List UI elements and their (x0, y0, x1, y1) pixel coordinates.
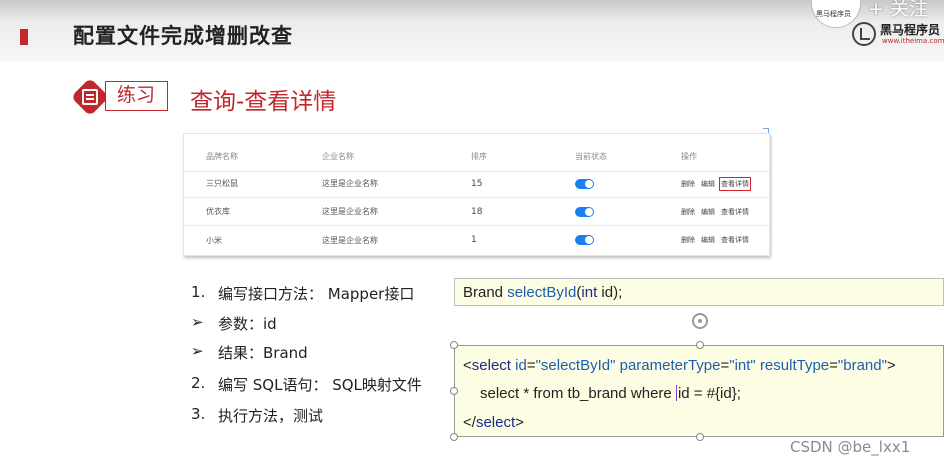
title-accent-bar (20, 29, 28, 45)
code-line-2: select * from tb_brand where id = #{id}; (480, 385, 741, 402)
company-name-cell: 这里是企业名称 (322, 235, 378, 245)
view-detail-link[interactable]: 查看详情 (721, 235, 749, 245)
step-text: 编写接口方法： Mapper接口 (218, 285, 415, 303)
brand-logo-icon (852, 22, 876, 46)
tag-bracket: < (463, 357, 472, 374)
code-type: Brand (463, 284, 504, 301)
status-toggle[interactable] (575, 178, 594, 189)
table-row: 优衣库 这里是企业名称 18 删除 编辑 查看详情 (184, 198, 769, 226)
edit-link[interactable]: 编辑 (701, 235, 715, 245)
view-detail-link[interactable]: 查看详情 (719, 176, 751, 191)
sql-text: id = #{id}; (677, 385, 741, 402)
status-toggle[interactable] (575, 235, 594, 245)
step-text: 编写 SQL语句： SQL映射文件 (218, 376, 422, 394)
code-close: ); (613, 284, 623, 301)
code-line-1: <select id="selectById" parameterType="i… (463, 357, 896, 374)
brand-name-cell: 三只松鼠 (206, 179, 238, 188)
column-header-company: 企业名称 (322, 152, 354, 161)
practice-title: 查询-查看详情 (190, 89, 337, 115)
resize-handle[interactable] (696, 341, 704, 349)
step-marker: ➢ (191, 342, 204, 360)
resize-handle[interactable] (450, 387, 458, 395)
attr-name: resultType (759, 357, 830, 374)
step-text: 执行方法，测试 (218, 407, 324, 425)
resize-handle[interactable] (450, 341, 458, 349)
step-marker: 2. (191, 374, 206, 392)
delete-link[interactable]: 删除 (681, 235, 695, 245)
code-param-type: int (581, 284, 598, 301)
code-line-3: </select> (463, 414, 524, 431)
resize-handle[interactable] (450, 433, 458, 441)
step-marker: 1. (191, 283, 206, 301)
text-cursor (675, 385, 677, 401)
edit-link[interactable]: 编辑 (701, 207, 715, 217)
column-header-status: 当前状态 (575, 152, 607, 161)
tag-bracket: > (515, 414, 524, 431)
attr-value: "selectById" (535, 357, 616, 374)
sql-text: select * from tb_brand where (480, 385, 676, 402)
watermark: CSDN @be_lxx1 (790, 438, 911, 456)
sql-mapping-code-box[interactable]: <select id="selectById" parameterType="i… (454, 345, 944, 437)
ops-cell: 删除 编辑 查看详情 (681, 198, 755, 225)
order-cell: 18 (471, 206, 483, 217)
status-cell (575, 198, 594, 225)
edit-link[interactable]: 编辑 (701, 179, 715, 189)
table-header-row: 品牌名称 企业名称 排序 当前状态 操作 (184, 142, 769, 172)
code-method: selectById (507, 284, 577, 301)
brand-name-cell: 小米 (206, 235, 222, 245)
follow-avatar-text: 黑马程序员 (816, 10, 851, 18)
delete-link[interactable]: 删除 (681, 179, 695, 189)
ops-cell: 删除 编辑 查看详情 (681, 226, 755, 254)
attr-name: parameterType (619, 357, 721, 374)
practice-tag: 练习 (105, 81, 168, 111)
tag-bracket: </ (463, 414, 476, 431)
step-marker: ➢ (191, 313, 204, 331)
brand-name-cell: 优衣库 (206, 207, 230, 216)
attr-name: id (515, 357, 527, 374)
column-header-ops: 操作 (681, 152, 697, 161)
rotate-handle-icon[interactable] (692, 313, 708, 329)
view-detail-link[interactable]: 查看详情 (721, 207, 749, 217)
table-row: 小米 这里是企业名称 1 删除 编辑 查看详情 (184, 226, 769, 254)
order-cell: 15 (471, 178, 483, 189)
code-param-name: id (601, 284, 614, 301)
table-row: 三只松鼠 这里是企业名称 15 删除 编辑 查看详情 (184, 170, 769, 198)
step-marker: 3. (191, 405, 206, 423)
tag-bracket: > (886, 357, 896, 374)
company-name-cell: 这里是企业名称 (322, 207, 378, 216)
column-header-order: 排序 (471, 152, 487, 161)
follow-button[interactable]: + 关注 (868, 0, 928, 21)
step-text: 参数：id (218, 315, 277, 333)
resize-handle[interactable] (696, 433, 704, 441)
delete-link[interactable]: 删除 (681, 207, 695, 217)
document-icon (82, 89, 98, 105)
slide-title: 配置文件完成增删改查 (73, 24, 293, 48)
tag-name: select (471, 357, 511, 374)
brand-logo-url: www.itheima.com (882, 37, 944, 45)
attr-value: "brand" (837, 357, 887, 374)
brand-logo-name: 黑马程序员 (880, 23, 941, 37)
tag-name: select (475, 414, 516, 431)
brand-table: 品牌名称 企业名称 排序 当前状态 操作 三只松鼠 这里是企业名称 15 删除 … (183, 133, 770, 256)
step-text: 结果：Brand (218, 344, 308, 362)
column-header-brand: 品牌名称 (206, 152, 238, 161)
status-toggle[interactable] (575, 206, 594, 217)
attr-value: "int" (729, 357, 756, 374)
order-cell: 1 (471, 235, 477, 245)
ops-cell: 删除 编辑 查看详情 (681, 170, 757, 197)
company-name-cell: 这里是企业名称 (322, 179, 378, 188)
status-cell (575, 170, 594, 197)
status-cell (575, 226, 594, 254)
interface-code-box[interactable]: Brand selectById(int id); (454, 278, 944, 306)
